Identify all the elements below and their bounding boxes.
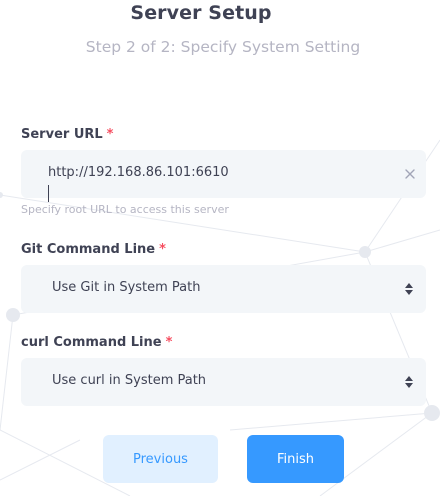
server-url-hint: Specify root URL to access this server <box>21 203 229 216</box>
git-command-label-text: Git Command Line <box>21 242 156 257</box>
curl-command-select[interactable]: Use curl in System Path <box>21 358 426 406</box>
sort-arrows-icon <box>405 376 413 388</box>
git-command-select[interactable]: Use Git in System Path <box>21 265 426 313</box>
step-subtitle: Step 2 of 2: Specify System Setting <box>85 38 361 56</box>
text-caret <box>48 185 49 202</box>
previous-button[interactable]: Previous <box>103 435 218 483</box>
page-title: Server Setup <box>130 2 272 24</box>
server-url-value: http://192.168.86.101:6610 <box>48 165 229 180</box>
server-url-input[interactable]: http://192.168.86.101:6610 <box>21 150 426 202</box>
git-command-label: Git Command Line * <box>21 242 166 257</box>
required-mark: * <box>159 242 166 257</box>
curl-command-selected: Use curl in System Path <box>52 373 207 388</box>
close-icon[interactable] <box>403 167 417 181</box>
required-mark: * <box>165 335 173 350</box>
finish-button[interactable]: Finish <box>247 435 344 483</box>
server-url-label-text: Server URL <box>21 127 103 142</box>
sort-arrows-icon <box>405 283 413 295</box>
curl-command-label-text: curl Command Line <box>21 335 162 350</box>
git-command-selected: Use Git in System Path <box>52 280 201 295</box>
curl-command-label: curl Command Line * <box>21 335 172 350</box>
server-setup-panel: Server Setup Step 2 of 2: Specify System… <box>0 0 440 496</box>
server-url-label: Server URL * <box>21 127 113 142</box>
required-mark: * <box>106 127 114 142</box>
